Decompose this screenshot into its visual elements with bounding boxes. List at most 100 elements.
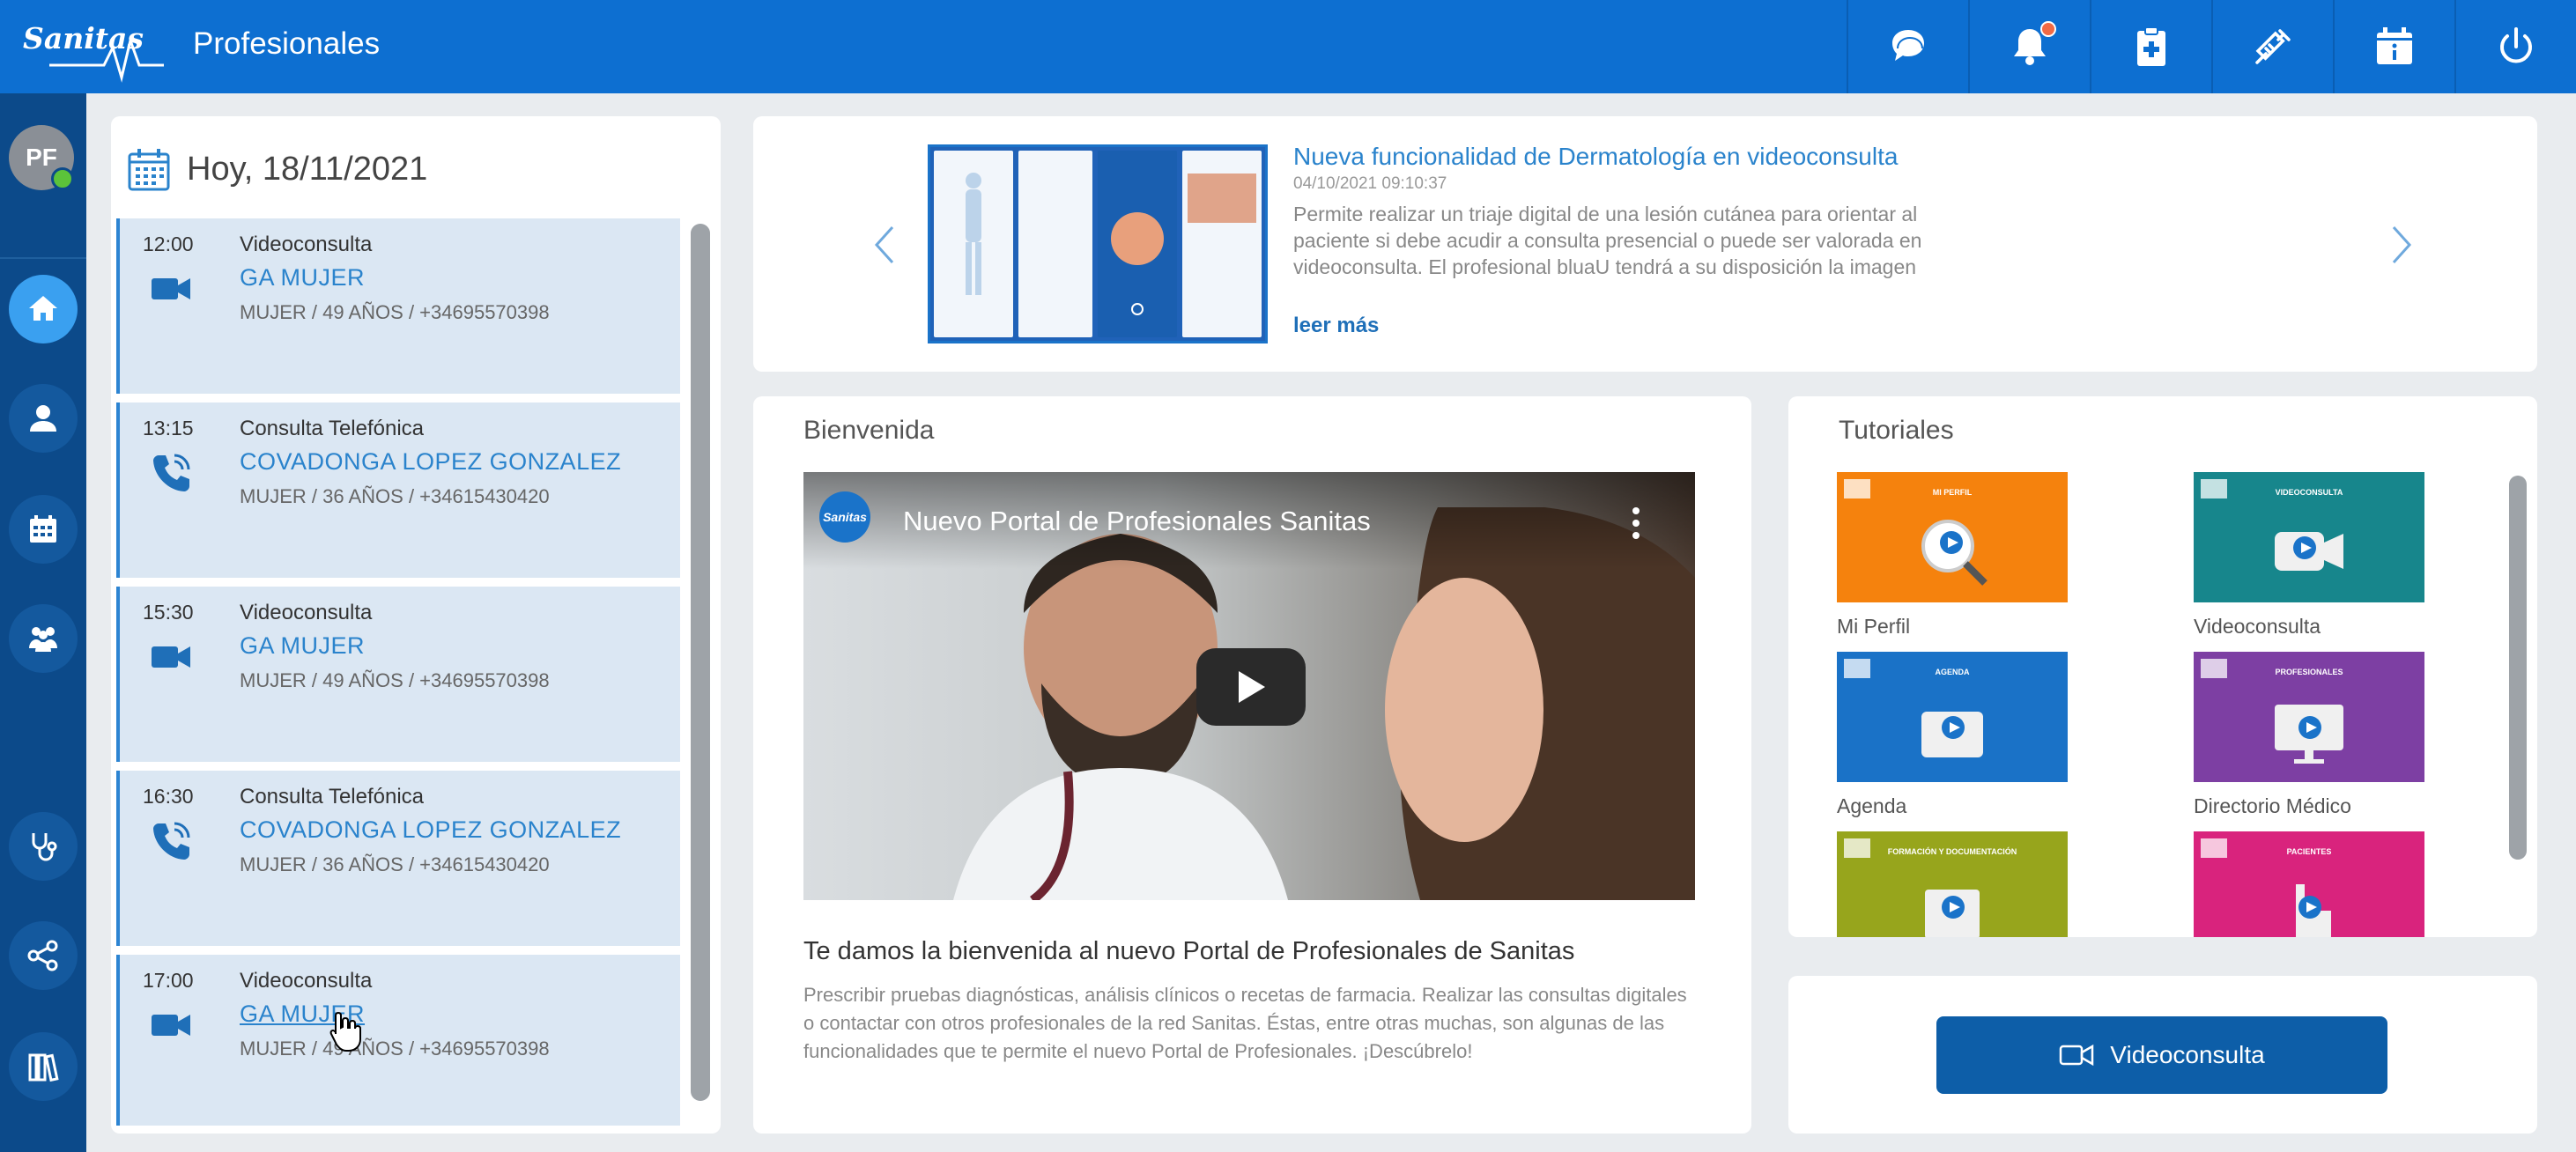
appointment-time: 15:30: [143, 601, 194, 624]
news-date: 04/10/2021 09:10:37: [1293, 174, 1447, 193]
clipboard-plus-icon: [2137, 26, 2165, 66]
tutorials-card: Tutoriales MI PERFIL Mi Perfil VIDEOCONS…: [1788, 396, 2537, 937]
appointment-item[interactable]: 13:15 Consulta Telefónica COVADONGA LOPE…: [116, 402, 680, 578]
tutorial-caption: PROFESIONALES: [2275, 668, 2343, 676]
play-icon: [1239, 671, 1265, 703]
heartbeat-line-icon: [49, 35, 164, 83]
logout-button[interactable]: [2454, 0, 2576, 93]
body-figure-icon: [966, 173, 981, 295]
tutorial-thumbnail: FORMACIÓN Y DOCUMENTACIÓN: [1837, 831, 2068, 937]
patient-info: MUJER / 49 AÑOS / +34695570398: [240, 669, 550, 691]
hand-cursor-icon: [329, 1011, 361, 1052]
appointment-list: 12:00 Videoconsulta GA MUJER MUJER / 49 …: [116, 218, 680, 1126]
tutorial-directorio-medico[interactable]: PROFESIONALES Directorio Médico: [2194, 652, 2424, 818]
tutorials-scrollbar[interactable]: [2509, 476, 2527, 860]
patient-info: MUJER / 49 AÑOS / +34695570398: [240, 301, 550, 323]
sidebar-item-patients[interactable]: [9, 604, 78, 673]
video-camera-icon: [152, 278, 190, 299]
tutorial-thumbnail: PACIENTES: [2194, 831, 2424, 937]
patient-name-link[interactable]: GA MUJER: [240, 264, 365, 292]
sidebar-item-profile[interactable]: [9, 384, 78, 453]
appointment-type: Videoconsulta: [240, 969, 373, 993]
tutorial-caption: VIDEOCONSULTA: [2275, 488, 2343, 497]
appointment-time: 17:00: [143, 969, 194, 992]
tutorial-videoconsulta[interactable]: VIDEOCONSULTA Videoconsulta: [2194, 472, 2424, 639]
calendar-icon: [1921, 712, 1983, 757]
tutorial-thumbnail: PROFESIONALES: [2194, 652, 2424, 782]
appointment-time: 16:30: [143, 785, 194, 808]
chat-icon: [1892, 30, 1924, 61]
appointment-item[interactable]: 15:30 Videoconsulta GA MUJER MUJER / 49 …: [116, 587, 680, 762]
patient-name-link[interactable]: COVADONGA LOPEZ GONZALEZ: [240, 448, 621, 476]
prescription-button[interactable]: [2090, 0, 2211, 93]
library-icon: [28, 1053, 59, 1082]
notification-dot: [2040, 21, 2056, 37]
welcome-heading: Te damos la bienvenida al nuevo Portal d…: [803, 937, 1575, 965]
agenda-scrollbar[interactable]: [691, 224, 710, 1101]
appointment-item[interactable]: 17:00 Videoconsulta GA MUJER MUJER / 49 …: [116, 955, 680, 1126]
avatar-initials: PF: [26, 144, 57, 171]
tutorial-mi-perfil[interactable]: MI PERFIL Mi Perfil: [1837, 472, 2068, 639]
appointment-item[interactable]: 12:00 Videoconsulta GA MUJER MUJER / 49 …: [116, 218, 680, 394]
news-text: Permite realizar un triaje digital de un…: [1293, 203, 1922, 285]
news-title[interactable]: Nueva funcionalidad de Dermatología en v…: [1293, 143, 1898, 171]
read-more-link[interactable]: leer más: [1293, 314, 1379, 338]
calendar-info-button[interactable]: [2333, 0, 2454, 93]
videoconsulta-button[interactable]: Videoconsulta: [1936, 1016, 2387, 1094]
appointment-type: Videoconsulta: [240, 601, 373, 624]
skin-photo-icon: [1188, 174, 1256, 223]
video-camera-icon: [2060, 1044, 2094, 1067]
video-player[interactable]: Sanitas Nuevo Portal de Profesionales Sa…: [803, 472, 1695, 900]
chevron-right-icon[interactable]: [2383, 220, 2418, 270]
appointment-type: Consulta Telefónica: [240, 417, 425, 440]
thumbnail-pane: [1098, 151, 1177, 337]
share-network-icon: [27, 940, 58, 971]
videoconsulta-button-label: Videoconsulta: [2110, 1041, 2265, 1068]
appointment-type: Videoconsulta: [240, 233, 373, 256]
more-options-icon[interactable]: [1632, 506, 1640, 541]
syringe-icon: [2255, 29, 2291, 64]
tutorial-agenda[interactable]: AGENDA Agenda: [1837, 652, 2068, 818]
chat-button[interactable]: [1847, 0, 1968, 93]
sidebar-item-network[interactable]: [9, 921, 78, 990]
vaccine-button[interactable]: [2211, 0, 2333, 93]
tutorial-label: Videoconsulta: [2194, 615, 2321, 638]
tutorial-thumbnail: VIDEOCONSULTA: [2194, 472, 2424, 602]
sidebar-item-medical[interactable]: [9, 812, 78, 881]
tutorial-thumbnail: MI PERFIL: [1837, 472, 2068, 602]
welcome-section-title: Bienvenida: [803, 416, 935, 445]
video-camera-icon: [152, 646, 190, 668]
video-title[interactable]: Nuevo Portal de Profesionales Sanitas: [903, 506, 1371, 537]
sidebar: PF: [0, 93, 86, 1152]
tutorial-caption: FORMACIÓN Y DOCUMENTACIÓN: [1887, 847, 2017, 856]
agenda-date-title: Hoy, 18/11/2021: [187, 150, 428, 188]
calendar-info-icon: [2377, 27, 2412, 64]
appointment-type: Consulta Telefónica: [240, 785, 425, 809]
thumbnail-pane: [1018, 151, 1092, 337]
tutorial-pacientes[interactable]: PACIENTES: [2194, 831, 2424, 937]
sidebar-item-home[interactable]: [9, 275, 78, 343]
chevron-left-icon[interactable]: [868, 220, 903, 270]
agenda-scrollbar-track: [691, 224, 710, 1101]
patient-name-link[interactable]: COVADONGA LOPEZ GONZALEZ: [240, 816, 621, 844]
appointment-item[interactable]: 16:30 Consulta Telefónica COVADONGA LOPE…: [116, 771, 680, 946]
agenda-header: Hoy, 18/11/2021: [127, 143, 427, 196]
channel-avatar[interactable]: Sanitas: [819, 491, 870, 543]
tutorial-formacion[interactable]: FORMACIÓN Y DOCUMENTACIÓN: [1837, 831, 2068, 937]
welcome-text: Prescribir pruebas diagnósticas, análisi…: [803, 984, 1687, 1062]
home-icon: [29, 296, 57, 321]
stethoscope-icon: [32, 833, 57, 861]
news-thumbnail[interactable]: [928, 144, 1268, 343]
patient-name-link[interactable]: GA MUJER: [240, 632, 365, 660]
sanitas-logo[interactable]: Sanitas: [23, 16, 173, 83]
power-icon: [2500, 27, 2532, 63]
group-icon: [29, 627, 57, 652]
monitor-icon: [2275, 705, 2343, 764]
videoconsulta-card: Videoconsulta: [1788, 976, 2537, 1134]
profile-search-icon: [1921, 520, 1988, 586]
play-button[interactable]: [1196, 648, 1306, 726]
sidebar-item-agenda[interactable]: [9, 495, 78, 564]
tutorial-caption: PACIENTES: [2286, 847, 2332, 856]
sidebar-item-library[interactable]: [9, 1032, 78, 1101]
notifications-button[interactable]: [1968, 0, 2090, 93]
